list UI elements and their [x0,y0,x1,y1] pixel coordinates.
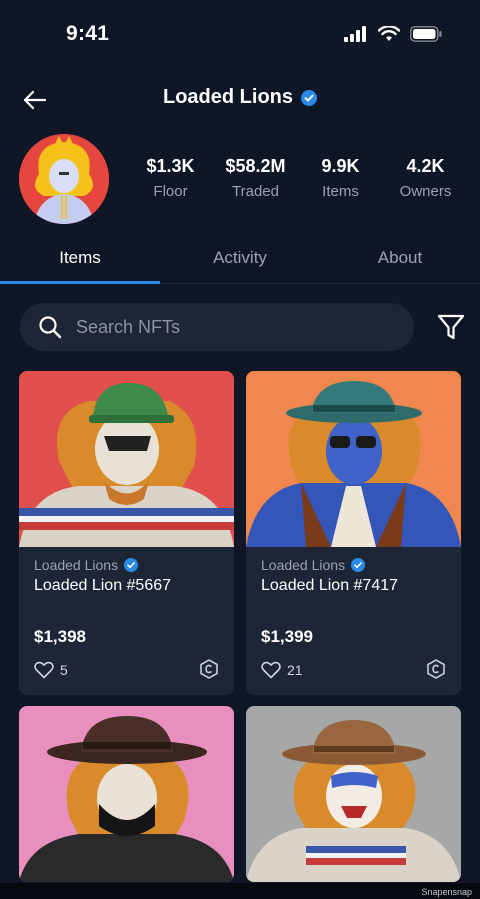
stat-label: Traded [232,183,279,200]
heart-icon [34,661,54,679]
stat-value: 9.9K [321,156,360,176]
stat-value: $58.2M [225,156,286,176]
like-count: 5 [60,662,68,678]
tab-activity[interactable]: Activity [160,240,320,283]
search-box[interactable] [20,303,414,351]
collection-avatar [19,134,109,224]
like-button[interactable]: 21 [261,661,303,679]
header: Loaded Lions [0,80,480,120]
search-row [20,303,465,351]
bottom-bar: Snapensnap [0,883,480,899]
nft-collection: Loaded Lions [34,557,139,573]
like-count: 21 [287,662,303,678]
collection-profile: $1.3K Floor $58.2M Traded 9.9K Items 4.2… [0,134,480,229]
stat-label: Items [322,183,359,200]
nft-card[interactable]: Loaded Lions Loaded Lion #7417 $1,399 21 [246,371,461,695]
nft-collection-label: Loaded Lions [261,557,346,573]
heart-icon [261,661,281,679]
collection-stats: $1.3K Floor $58.2M Traded 9.9K Items 4.2… [128,156,468,200]
nft-price: $1,399 [261,627,313,646]
tab-items[interactable]: Items [0,240,160,284]
signal-icon [344,26,366,42]
page-title: Loaded Lions [163,86,293,108]
stat-traded: $58.2M Traded [213,156,298,200]
nft-collection-label: Loaded Lions [34,557,119,573]
wifi-icon [378,26,400,41]
currency-icon [200,659,218,679]
nft-card-body: Loaded Lions Loaded Lion #7417 $1,399 21 [246,547,461,695]
status-time: 9:41 [66,22,110,45]
nft-collection: Loaded Lions [261,557,366,573]
search-input[interactable] [74,315,378,339]
tab-about[interactable]: About [320,240,480,283]
nft-image [19,706,234,882]
stat-items: 9.9K Items [298,156,383,200]
header-title-wrap: Loaded Lions [0,86,480,109]
stat-value: $1.3K [146,156,195,176]
nft-name: Loaded Lion #7417 [261,577,399,594]
verified-badge-icon [124,558,139,572]
nft-card[interactable] [19,706,234,882]
nft-image [19,371,234,547]
stat-value: 4.2K [406,156,445,176]
stat-label: Floor [153,183,188,200]
status-icons [344,26,442,42]
like-button[interactable]: 5 [34,661,68,679]
battery-icon [410,26,442,42]
stat-owners: 4.2K Owners [383,156,468,200]
nft-image [246,371,461,547]
verified-badge-icon [301,89,317,106]
nft-card[interactable]: Loaded Lions Loaded Lion #5667 $1,398 5 [19,371,234,695]
tab-bar: Items Activity About [0,240,480,284]
nft-price: $1,398 [34,627,86,646]
status-bar: 9:41 [0,0,480,70]
verified-badge-icon [351,558,366,572]
nft-image [246,706,461,882]
stat-label: Owners [399,183,452,200]
search-icon [39,316,62,339]
nft-card[interactable] [246,706,461,882]
nft-card-body: Loaded Lions Loaded Lion #5667 $1,398 5 [19,547,234,695]
currency-icon [427,659,445,679]
stat-floor: $1.3K Floor [128,156,213,200]
filter-icon[interactable] [437,313,465,341]
watermark: Snapensnap [421,887,472,897]
nft-name: Loaded Lion #5667 [34,577,172,594]
